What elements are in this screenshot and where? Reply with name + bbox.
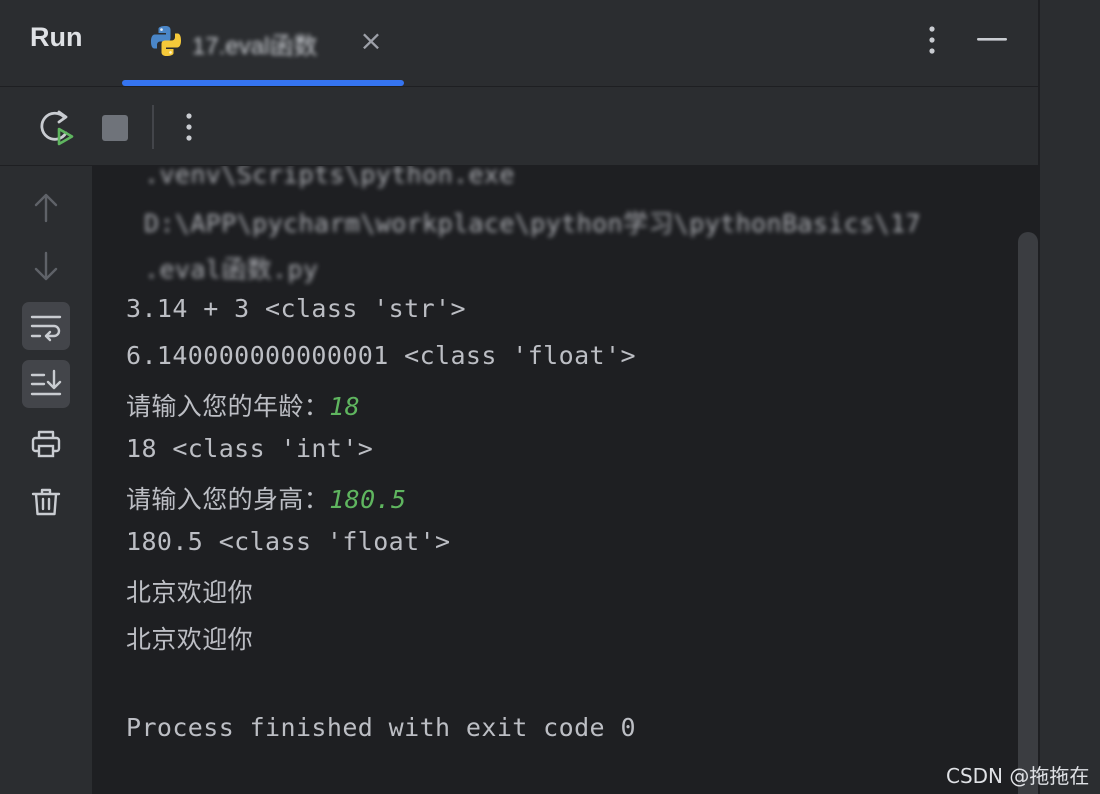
user-input-value: 18 [329,392,361,421]
scroll-to-end-icon [30,369,62,396]
input-prompt-line: 请输入您的身高：180.5 [126,480,406,516]
clear-console-button[interactable] [22,478,70,526]
tool-window-title: Run [30,22,83,52]
active-tab-indicator [122,80,404,86]
user-input-value: 180.5 [329,485,407,514]
output-line: 3.14 + 3 <class 'str'> [126,294,466,323]
python-file-icon [151,26,181,56]
console-gutter [0,166,92,794]
prompt-text: 请输入您的身高： [126,485,330,514]
run-toolbar [0,87,1038,166]
tab-run-config[interactable]: 17.eval函数 × [122,0,404,86]
watermark: CSDN @拖拖在 [946,764,1090,788]
input-prompt-line: 请输入您的年龄：18 [126,387,360,423]
scroll-up-icon [34,193,58,223]
close-tab-icon[interactable]: × [358,26,384,56]
script-path-line: .eval函数.py [144,255,319,284]
output-line: 北京欢迎你 [126,578,254,607]
scroll-down-button[interactable] [22,242,70,290]
interpreter-path-line: .venv\Scripts\python.exe [144,166,515,189]
output-line: 180.5 <class 'float'> [126,527,451,556]
minimize-icon[interactable] [974,22,1010,58]
more-options-icon[interactable] [918,22,946,58]
output-line: 18 <class 'int'> [126,434,374,463]
rerun-icon[interactable] [36,107,78,147]
trash-icon [31,488,61,516]
print-icon [31,430,61,458]
right-tool-strip [1038,0,1100,794]
scroll-to-end-button[interactable] [22,360,70,408]
output-line: 北京欢迎你 [126,625,254,654]
tab-label: 17.eval函数 [192,33,318,60]
run-tool-window: Run 17.eval函数 × .venv\Scripts\python.exe… [0,0,1100,794]
script-path-line: D:\APP\pycharm\workplace\python学习\python… [144,209,922,238]
vertical-scrollbar[interactable] [1018,232,1038,794]
output-line: 6.140000000000001 <class 'float'> [126,341,636,370]
scroll-up-button[interactable] [22,184,70,232]
print-button[interactable] [22,420,70,468]
soft-wrap-button[interactable] [22,302,70,350]
soft-wrap-icon [30,315,62,342]
more-vertical-icon[interactable] [176,109,202,145]
prompt-text: 请输入您的年龄： [126,392,330,421]
run-header: Run 17.eval函数 × [0,0,1038,87]
stop-icon[interactable] [100,113,130,143]
process-exit-line: Process finished with exit code 0 [126,713,636,742]
toolbar-separator [152,105,154,149]
scroll-down-icon [34,251,58,281]
console-output[interactable]: .venv\Scripts\python.exe D:\APP\pycharm\… [92,166,1038,794]
